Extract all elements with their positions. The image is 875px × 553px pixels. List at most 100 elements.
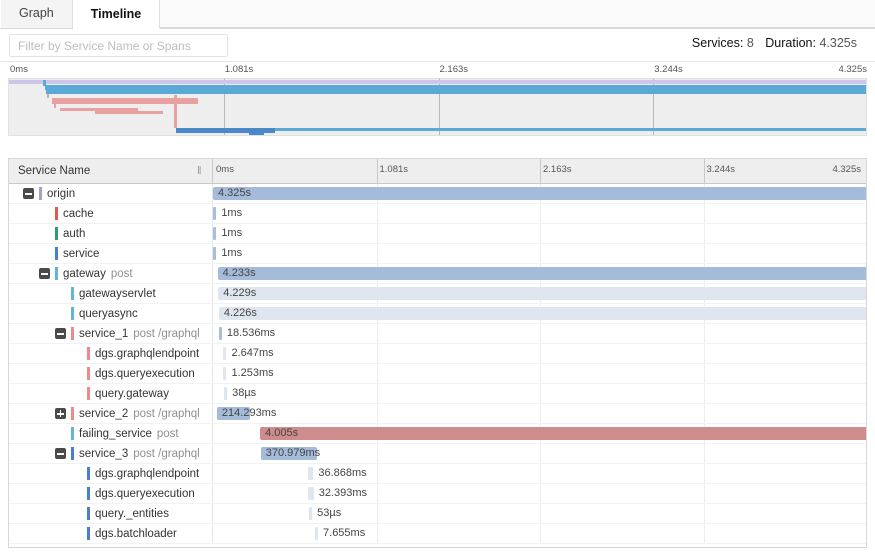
table-row[interactable]: dgs.batchloader 7.655ms bbox=[9, 524, 866, 544]
minimap-canvas[interactable] bbox=[8, 78, 867, 136]
span-name-cell[interactable]: query.gateway bbox=[9, 384, 213, 403]
span-name-cell[interactable]: dgs.queryexecution bbox=[9, 484, 213, 503]
span-duration-bar[interactable] bbox=[224, 387, 228, 400]
span-timeline-cell[interactable]: 1.253ms bbox=[213, 364, 866, 383]
collapse-icon[interactable] bbox=[23, 188, 34, 199]
minimap-span-bar bbox=[174, 95, 178, 128]
span-timeline-cell[interactable]: 4.229s bbox=[213, 284, 866, 303]
span-duration-bar[interactable] bbox=[218, 307, 866, 320]
table-row[interactable]: dgs.queryexecution 32.393ms bbox=[9, 484, 866, 504]
table-row[interactable]: failing_service post 4.005s bbox=[9, 424, 866, 444]
span-name-cell[interactable]: failing_service post bbox=[9, 424, 213, 443]
collapse-icon[interactable] bbox=[55, 448, 66, 459]
span-duration-bar[interactable] bbox=[307, 467, 314, 480]
table-row[interactable]: origin 4.325s bbox=[9, 184, 866, 204]
duration-value: 4.325s bbox=[819, 36, 857, 50]
span-duration-bar[interactable] bbox=[217, 267, 866, 280]
duration-label: Duration: bbox=[765, 36, 816, 50]
span-rows: origin 4.325s cache 1ms auth 1ms service 1ms gat… bbox=[9, 184, 866, 547]
span-timeline-cell[interactable]: 18.536ms bbox=[213, 324, 866, 343]
table-row[interactable]: queryasync 4.226s bbox=[9, 304, 866, 324]
tab-timeline[interactable]: Timeline bbox=[72, 0, 161, 29]
table-row[interactable]: query._entities 53µs bbox=[9, 504, 866, 524]
span-name-cell[interactable]: gatewayservlet bbox=[9, 284, 213, 303]
tab-graph[interactable]: Graph bbox=[0, 0, 73, 28]
table-row[interactable]: cache 1ms bbox=[9, 204, 866, 224]
span-name-cell[interactable]: service_2 post /graphql bbox=[9, 404, 213, 423]
timeline-gridline bbox=[540, 344, 541, 363]
span-name-cell[interactable]: service_3 post /graphql bbox=[9, 444, 213, 463]
timeline-gridline bbox=[703, 204, 705, 223]
span-name-cell[interactable]: dgs.graphqlendpoint bbox=[9, 344, 213, 363]
table-row[interactable]: gatewayservlet 4.229s bbox=[9, 284, 866, 304]
minimap-tick-4: 4.325s bbox=[838, 64, 867, 75]
span-timeline-cell[interactable]: 4.005s bbox=[213, 424, 866, 443]
span-name-cell[interactable]: query._entities bbox=[9, 504, 213, 523]
span-duration-label: 4.005s bbox=[265, 427, 299, 439]
timeline-gridline bbox=[376, 524, 378, 543]
span-name-cell[interactable]: gateway post bbox=[9, 264, 213, 283]
column-header-timeline: 0ms 1.081s 2.163s 3.244s 4.325s bbox=[213, 159, 866, 183]
span-timeline-cell[interactable]: 38µs bbox=[213, 384, 866, 403]
span-timeline-cell[interactable]: 7.655ms bbox=[213, 524, 866, 543]
table-row[interactable]: gateway post 4.233s bbox=[9, 264, 866, 284]
tab-graph-label: Graph bbox=[19, 6, 54, 20]
span-name-cell[interactable]: service_1 post /graphql bbox=[9, 324, 213, 343]
table-row[interactable]: query.gateway 38µs bbox=[9, 384, 866, 404]
table-row[interactable]: service 1ms bbox=[9, 244, 866, 264]
table-row[interactable]: service_2 post /graphql 214.293ms bbox=[9, 404, 866, 424]
span-timeline-cell[interactable]: 4.233s bbox=[213, 264, 866, 283]
span-name-cell[interactable]: dgs.queryexecution bbox=[9, 364, 213, 383]
span-timeline-cell[interactable]: 214.293ms bbox=[213, 404, 866, 423]
span-duration-bar[interactable] bbox=[213, 247, 217, 260]
span-duration-bar[interactable] bbox=[213, 227, 217, 240]
table-row[interactable]: service_3 post /graphql 370.979ms bbox=[9, 444, 866, 464]
timeline-gridline bbox=[540, 524, 541, 543]
minimap-tick-1: 1.081s bbox=[224, 64, 254, 75]
table-row[interactable]: dgs.graphqlendpoint 2.647ms bbox=[9, 344, 866, 364]
span-name-cell[interactable]: service bbox=[9, 244, 213, 263]
span-timeline-cell[interactable]: 32.393ms bbox=[213, 484, 866, 503]
span-duration-bar[interactable] bbox=[223, 367, 227, 380]
span-timeline-cell[interactable]: 370.979ms bbox=[213, 444, 866, 463]
span-timeline-cell[interactable]: 1ms bbox=[213, 244, 866, 263]
span-name-cell[interactable]: cache bbox=[9, 204, 213, 223]
table-row[interactable]: service_1 post /graphql 18.536ms bbox=[9, 324, 866, 344]
span-name-cell[interactable]: origin bbox=[9, 184, 213, 203]
span-timeline-cell[interactable]: 1ms bbox=[213, 204, 866, 223]
table-row[interactable]: dgs.queryexecution 1.253ms bbox=[9, 364, 866, 384]
span-duration-bar[interactable] bbox=[308, 487, 314, 500]
expand-icon[interactable] bbox=[55, 408, 66, 419]
span-duration-bar[interactable] bbox=[218, 287, 866, 300]
span-name-cell[interactable]: dgs.graphqlendpoint bbox=[9, 464, 213, 483]
service-name-label: service_2 bbox=[79, 407, 129, 420]
service-name-label: dgs.graphqlendpoint bbox=[95, 467, 200, 480]
span-timeline-cell[interactable]: 4.226s bbox=[213, 304, 866, 323]
span-duration-bar[interactable] bbox=[213, 187, 866, 200]
table-row[interactable]: dgs.graphqlendpoint 36.868ms bbox=[9, 464, 866, 484]
trace-summary: Services: 8 Duration: 4.325s bbox=[692, 36, 865, 50]
span-timeline-cell[interactable]: 53µs bbox=[213, 504, 866, 523]
collapse-icon[interactable] bbox=[55, 328, 66, 339]
span-name-cell[interactable]: queryasync bbox=[9, 304, 213, 323]
search-input[interactable] bbox=[9, 34, 228, 57]
span-timeline-cell[interactable]: 4.325s bbox=[213, 184, 866, 203]
span-name-cell[interactable]: dgs.batchloader bbox=[9, 524, 213, 543]
table-row[interactable]: auth 1ms bbox=[9, 224, 866, 244]
span-duration-bar[interactable] bbox=[223, 347, 227, 360]
span-duration-bar[interactable] bbox=[260, 427, 866, 440]
minimap-span-bar bbox=[46, 94, 50, 98]
span-duration-bar[interactable] bbox=[213, 207, 217, 220]
minimap[interactable]: 0ms 1.081s 2.163s 3.244s 4.325s bbox=[0, 62, 875, 147]
span-timeline-cell[interactable]: 2.647ms bbox=[213, 344, 866, 363]
span-timeline-cell[interactable]: 1ms bbox=[213, 224, 866, 243]
collapse-icon[interactable] bbox=[39, 268, 50, 279]
operation-name-label: post /graphql bbox=[133, 407, 200, 420]
span-duration-label: 4.226s bbox=[223, 307, 257, 319]
span-duration-bar[interactable] bbox=[218, 327, 222, 340]
span-name-cell[interactable]: auth bbox=[9, 224, 213, 243]
column-resize-handle-icon[interactable]: ‖ bbox=[197, 165, 206, 177]
span-timeline-cell[interactable]: 36.868ms bbox=[213, 464, 866, 483]
span-duration-bar[interactable] bbox=[315, 527, 319, 540]
span-duration-bar[interactable] bbox=[309, 507, 313, 520]
